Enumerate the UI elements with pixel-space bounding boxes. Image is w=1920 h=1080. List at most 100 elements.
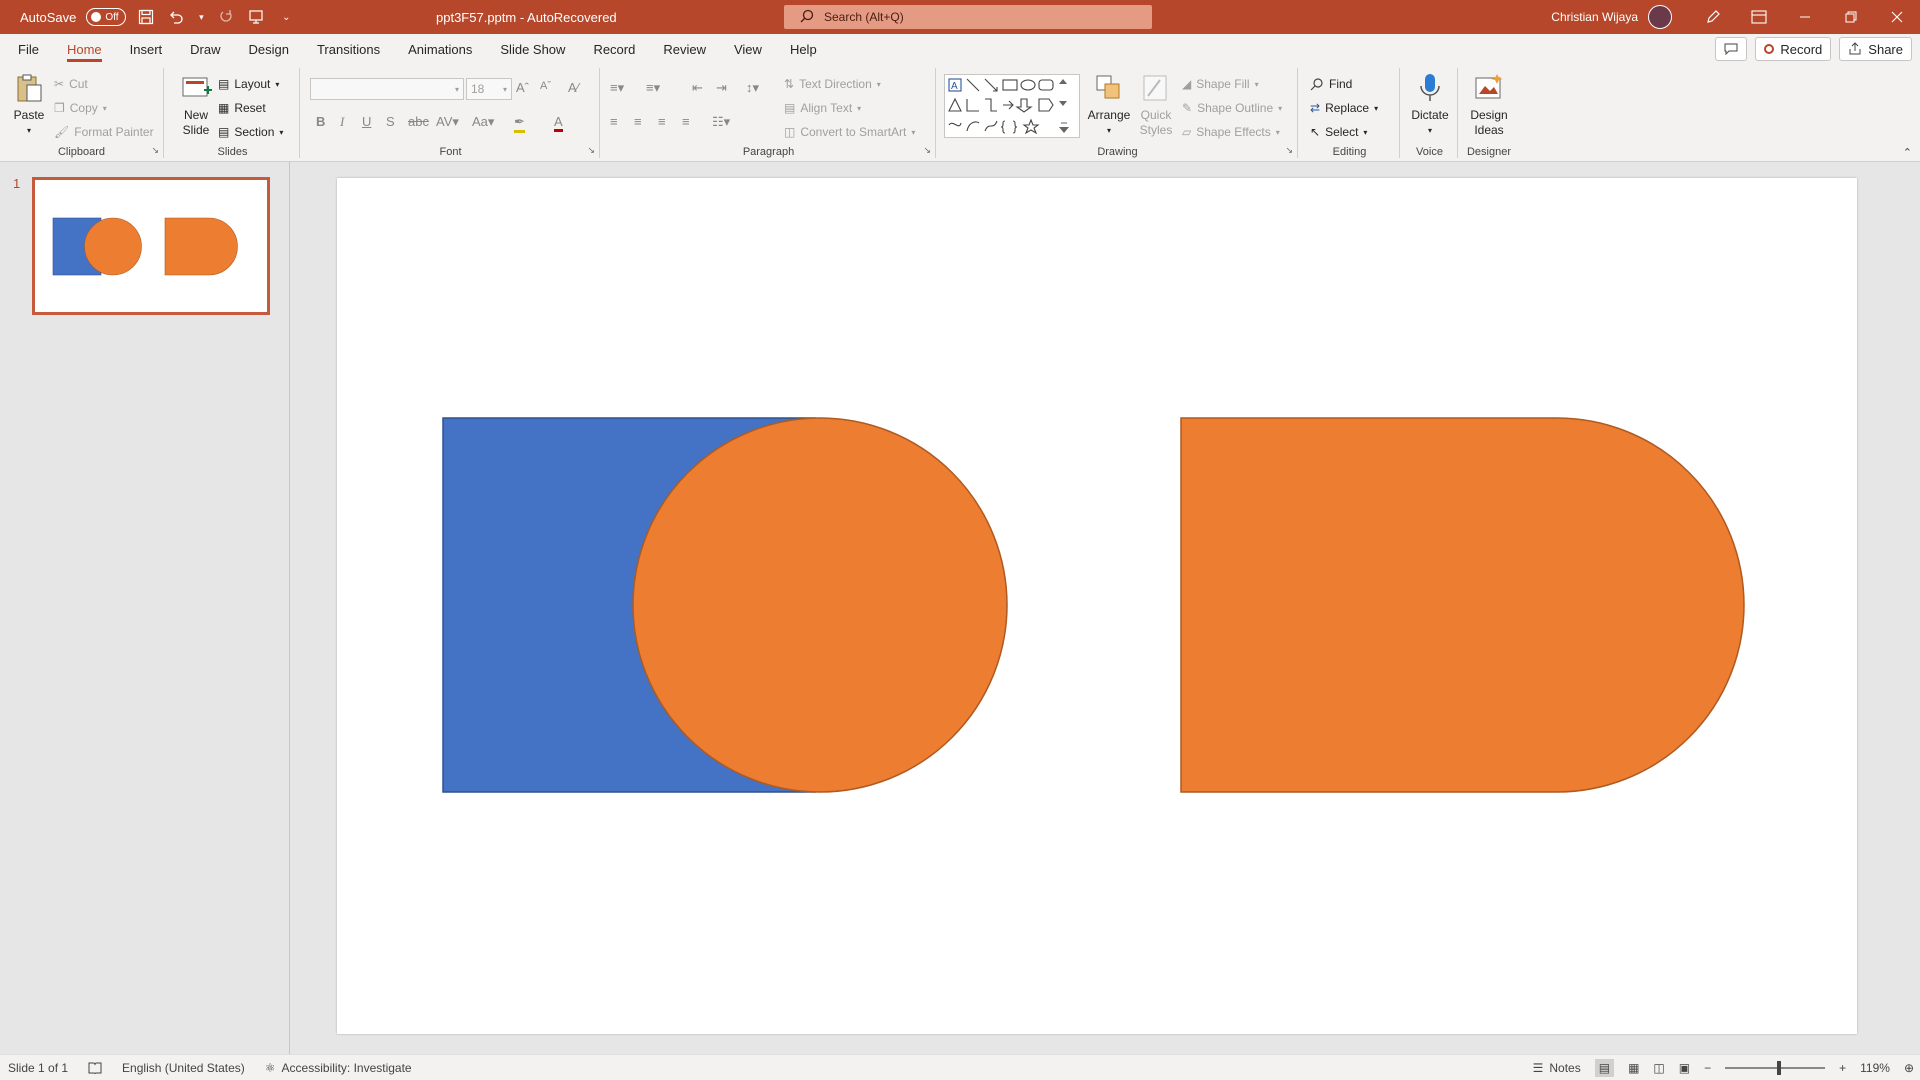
section-button[interactable]: ▤ Section ▾ <box>218 122 283 142</box>
zoom-in-icon[interactable]: + <box>1839 1061 1846 1075</box>
minimize-icon[interactable] <box>1782 0 1828 34</box>
align-left-icon[interactable]: ≡ <box>610 114 618 129</box>
shape-outline-button[interactable]: ✎ Shape Outline ▾ <box>1182 98 1282 118</box>
dialog-launcher-icon[interactable]: ↘ <box>151 145 159 156</box>
redo-icon[interactable] <box>216 7 236 27</box>
share-button[interactable]: Share <box>1839 37 1912 61</box>
decrease-font-size-icon[interactable]: Aˇ <box>540 80 551 92</box>
close-icon[interactable] <box>1874 0 1920 34</box>
spell-check-icon[interactable] <box>88 1062 102 1074</box>
notes-button[interactable]: ☰ Notes <box>1533 1061 1581 1075</box>
tab-insert[interactable]: Insert <box>116 34 177 64</box>
orange-circle[interactable] <box>632 417 1008 793</box>
orange-rounded-rectangle[interactable] <box>1180 417 1745 793</box>
font-size-combo[interactable]: 18 ▾ <box>466 78 512 100</box>
tab-file[interactable]: File <box>0 34 53 64</box>
justify-icon[interactable]: ≡ <box>682 114 690 129</box>
align-text-button[interactable]: ▤ Align Text ▾ <box>784 98 861 118</box>
tab-draw[interactable]: Draw <box>176 34 234 64</box>
ribbon-display-options-icon[interactable] <box>1736 0 1782 34</box>
zoom-slider-thumb[interactable] <box>1777 1061 1782 1075</box>
arrange-button[interactable]: Arrange ▾ <box>1086 72 1132 138</box>
language[interactable]: English (United States) <box>122 1061 245 1075</box>
strikethrough-icon[interactable]: abc <box>408 114 429 129</box>
undo-dropdown-icon[interactable]: ▾ <box>196 7 206 27</box>
slide-thumbnail[interactable] <box>32 177 270 315</box>
bullets-icon[interactable]: ≡▾ <box>610 80 624 96</box>
line-spacing-icon[interactable]: ↕▾ <box>746 80 759 96</box>
zoom-out-icon[interactable]: − <box>1704 1061 1711 1075</box>
collapse-ribbon-icon[interactable]: ⌃ <box>1903 146 1912 159</box>
shape-fill-button[interactable]: ◢ Shape Fill ▾ <box>1182 74 1259 94</box>
slide[interactable] <box>337 178 1857 1034</box>
slide-sorter-icon[interactable]: ▦ <box>1628 1061 1639 1075</box>
tab-transitions[interactable]: Transitions <box>303 34 394 64</box>
reading-view-icon[interactable]: ◫ <box>1653 1061 1664 1075</box>
increase-font-size-icon[interactable]: Aˆ <box>516 80 529 95</box>
increase-indent-icon[interactable]: ⇥ <box>716 80 727 96</box>
highlight-icon[interactable]: ✒ <box>514 114 525 133</box>
text-direction-button[interactable]: ⇅ Text Direction ▾ <box>784 74 881 94</box>
tab-help[interactable]: Help <box>776 34 831 64</box>
italic-icon[interactable]: I <box>340 114 344 130</box>
bold-icon[interactable]: B <box>316 114 325 129</box>
new-slide-button[interactable]: New Slide <box>176 72 216 138</box>
search-box[interactable]: Search (Alt+Q) <box>784 5 1152 29</box>
zoom-level[interactable]: 119% <box>1860 1061 1890 1075</box>
find-button[interactable]: Find <box>1310 74 1352 94</box>
replace-button[interactable]: ⇄ Replace ▾ <box>1310 98 1378 118</box>
tab-design[interactable]: Design <box>235 34 303 64</box>
record-button[interactable]: Record <box>1755 37 1832 61</box>
underline-icon[interactable]: U <box>362 114 371 129</box>
decrease-indent-icon[interactable]: ⇤ <box>692 80 703 96</box>
autosave-toggle[interactable]: Off <box>86 8 127 26</box>
fit-slide-icon[interactable]: ⊕ <box>1904 1061 1914 1075</box>
character-spacing-icon[interactable]: AV▾ <box>436 114 459 130</box>
align-right-icon[interactable]: ≡ <box>658 114 666 129</box>
change-case-icon[interactable]: Aa▾ <box>472 114 494 130</box>
tab-review[interactable]: Review <box>649 34 720 64</box>
dialog-launcher-icon[interactable]: ↘ <box>923 145 931 156</box>
tab-slide-show[interactable]: Slide Show <box>486 34 579 64</box>
font-color-icon[interactable]: A <box>554 114 563 132</box>
tab-record[interactable]: Record <box>579 34 649 64</box>
design-ideas-button[interactable]: Design Ideas <box>1466 72 1512 138</box>
present-from-start-icon[interactable] <box>246 7 266 27</box>
user-name[interactable]: Christian Wijaya <box>1551 10 1638 24</box>
customize-toolbar-icon[interactable]: ⌄ <box>276 7 296 27</box>
shape-effects-button[interactable]: ▱ Shape Effects ▾ <box>1182 122 1280 142</box>
tab-view[interactable]: View <box>720 34 776 64</box>
slide-show-icon[interactable]: ▣ <box>1679 1061 1690 1075</box>
columns-icon[interactable]: ☷▾ <box>712 114 730 130</box>
save-icon[interactable] <box>136 7 156 27</box>
paste-button[interactable]: Paste ▾ <box>10 72 48 138</box>
clear-formatting-icon[interactable]: A∕ <box>568 80 579 95</box>
numbering-icon[interactable]: ≡▾ <box>646 80 660 96</box>
tab-animations[interactable]: Animations <box>394 34 486 64</box>
undo-icon[interactable] <box>166 7 186 27</box>
dialog-launcher-icon[interactable]: ↘ <box>1285 145 1293 156</box>
dictate-button[interactable]: Dictate ▾ <box>1408 72 1452 138</box>
avatar[interactable] <box>1648 5 1672 29</box>
shapes-gallery[interactable]: A <box>944 74 1080 138</box>
cut-button[interactable]: ✂ Cut <box>54 74 88 94</box>
convert-smartart-button[interactable]: ◫ Convert to SmartArt ▾ <box>784 122 915 142</box>
tab-home[interactable]: Home <box>53 34 116 64</box>
normal-view-icon[interactable]: ▤ <box>1594 1059 1615 1077</box>
pen-icon[interactable] <box>1690 0 1736 34</box>
font-name-combo[interactable]: ▾ <box>310 78 464 100</box>
copy-button[interactable]: ❐ Copy ▾ <box>54 98 107 118</box>
restore-icon[interactable] <box>1828 0 1874 34</box>
quick-styles-button[interactable]: Quick Styles <box>1136 72 1176 138</box>
format-painter-button[interactable]: 🖌 Format Painter <box>54 122 154 142</box>
dialog-launcher-icon[interactable]: ↘ <box>587 145 595 156</box>
reset-button[interactable]: ▦ Reset <box>218 98 266 118</box>
comments-button[interactable] <box>1715 37 1748 61</box>
zoom-slider[interactable] <box>1725 1061 1826 1075</box>
accessibility-status[interactable]: ⚛ Accessibility: Investigate <box>265 1061 412 1075</box>
shadow-icon[interactable]: S <box>386 114 395 129</box>
voice-group: Dictate ▾ Voice <box>1402 68 1458 158</box>
align-center-icon[interactable]: ≡ <box>634 114 642 129</box>
layout-button[interactable]: ▤ Layout ▾ <box>218 74 279 94</box>
select-button[interactable]: ↖ Select ▾ <box>1310 122 1367 142</box>
